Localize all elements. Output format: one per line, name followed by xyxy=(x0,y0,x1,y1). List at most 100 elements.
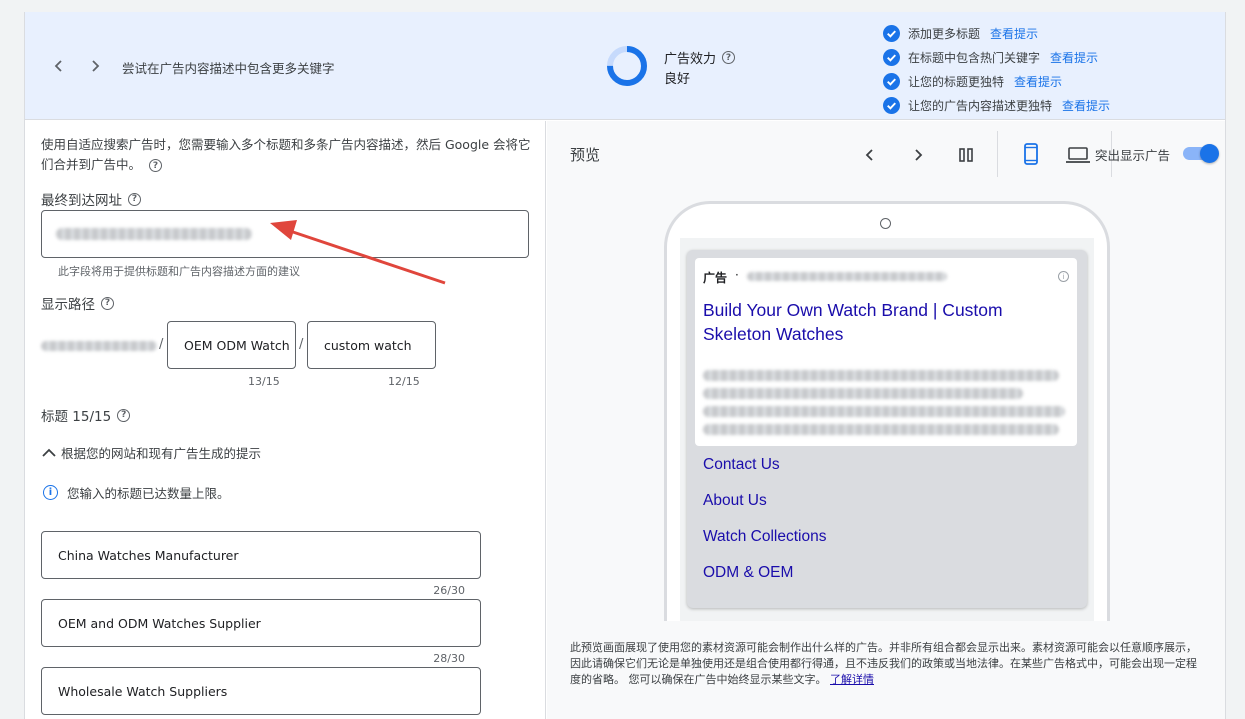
ad-headline[interactable]: Build Your Own Watch Brand | Custom Skel… xyxy=(703,298,1043,346)
path2-counter: 12/15 xyxy=(388,375,420,388)
tip-item: 让您的标题更独特 查看提示 xyxy=(883,69,1110,93)
ad-strength-banner: 尝试在广告内容描述中包含更多关键字 广告效力 ? 良好 添加更多标题 查看提示 … xyxy=(25,12,1225,120)
help-icon[interactable]: ? xyxy=(128,192,141,206)
highlight-ads-label: 突出显示广告 xyxy=(1095,148,1171,163)
redacted-display-url xyxy=(747,272,947,281)
info-icon[interactable]: i xyxy=(1058,271,1069,282)
toggle-knob xyxy=(1200,144,1219,163)
view-tip-link[interactable]: 查看提示 xyxy=(1014,73,1062,90)
camera-icon xyxy=(880,218,891,229)
chevron-right-icon xyxy=(92,60,100,72)
ad-editor: 尝试在广告内容描述中包含更多关键字 广告效力 ? 良好 添加更多标题 查看提示 … xyxy=(24,12,1226,719)
headline-input-3[interactable]: Wholesale Watch Suppliers xyxy=(41,667,481,715)
limit-info: i 您输入的标题已达数量上限。 xyxy=(43,483,230,502)
next-hint-button[interactable] xyxy=(83,54,107,78)
tips-list: 添加更多标题 查看提示 在标题中包含热门关键字 查看提示 让您的标题更独特 查看… xyxy=(883,21,1110,117)
laptop-icon xyxy=(1066,147,1090,163)
intro-copy: 使用自适应搜索广告时，您需要输入多个标题和多条广告内容描述，然后 Google … xyxy=(41,137,531,172)
headline-counter-2: 28/30 xyxy=(433,652,465,665)
headline-input-1[interactable]: China Watches Manufacturer xyxy=(41,531,481,579)
desktop-view-button[interactable] xyxy=(1066,143,1090,167)
help-icon[interactable]: ? xyxy=(722,51,736,64)
headlines-label-text: 标题 15/15 xyxy=(41,409,112,425)
redacted-url xyxy=(56,228,252,240)
headline-counter-1: 26/30 xyxy=(433,584,465,597)
view-tip-link[interactable]: 查看提示 xyxy=(990,25,1038,42)
smartphone-icon xyxy=(1024,143,1038,165)
ad-preview-card: 广告 · i Build Your Own Watch Brand | Cust… xyxy=(687,250,1087,608)
ad-badge: 广告 xyxy=(703,271,728,285)
preview-title: 预览 xyxy=(570,146,601,164)
pause-icon xyxy=(959,148,973,162)
check-circle-icon xyxy=(883,72,900,90)
redacted-domain xyxy=(41,341,157,351)
learn-more-link[interactable]: 了解详情 xyxy=(830,673,874,686)
preview-pane: 预览 突出显示广告 广告 · i Build Your Own Watch Br… xyxy=(547,121,1225,719)
path-separator: / xyxy=(299,337,304,352)
display-path-label-text: 显示路径 xyxy=(41,297,95,313)
display-path-row: / OEM ODM Watch / custom watch 13/15 12/… xyxy=(41,321,541,391)
chevron-left-icon xyxy=(865,149,873,161)
headlines-label: 标题 15/15 ? xyxy=(41,405,131,425)
path-separator: / xyxy=(159,337,164,352)
tip-text: 在标题中包含热门关键字 xyxy=(908,50,1041,65)
phone-frame: 广告 · i Build Your Own Watch Brand | Cust… xyxy=(664,201,1110,621)
ad-strength-gauge xyxy=(607,46,647,86)
redacted-description-line xyxy=(703,424,1059,435)
sitelink-watch-collections[interactable]: Watch Collections xyxy=(703,528,826,546)
check-circle-icon xyxy=(883,48,900,66)
sitelink-odm-oem[interactable]: ODM & OEM xyxy=(703,564,793,582)
help-icon[interactable]: ? xyxy=(101,296,114,310)
disclaimer-text: 此预览画面展现了使用您的素材资源可能会制作出什么样的广告。并非所有组合都会显示出… xyxy=(570,641,1197,686)
final-url-input[interactable] xyxy=(41,210,529,258)
path1-counter: 13/15 xyxy=(248,375,280,388)
view-tip-link[interactable]: 查看提示 xyxy=(1062,97,1110,114)
display-path-label: 显示路径 ? xyxy=(41,293,114,313)
final-url-label-text: 最终到达网址 xyxy=(41,193,122,209)
ad-main-block: 广告 · i Build Your Own Watch Brand | Cust… xyxy=(695,258,1077,446)
ad-strength-value: 良好 xyxy=(664,72,691,87)
tip-text: 让您的广告内容描述更独特 xyxy=(908,98,1053,113)
view-tip-link[interactable]: 查看提示 xyxy=(1050,49,1098,66)
tip-item: 让您的广告内容描述更独特 查看提示 xyxy=(883,93,1110,117)
intro-text: 使用自适应搜索广告时，您需要输入多个标题和多条广告内容描述，然后 Google … xyxy=(41,135,531,175)
redacted-description-line xyxy=(703,406,1065,417)
final-url-help-text: 此字段将用于提供标题和广告内容描述方面的建议 xyxy=(58,265,300,278)
help-icon[interactable]: ? xyxy=(117,408,131,422)
tip-item: 在标题中包含热门关键字 查看提示 xyxy=(883,45,1110,69)
previous-hint-button[interactable] xyxy=(47,54,71,78)
mobile-view-button[interactable] xyxy=(1019,142,1043,166)
limit-info-text: 您输入的标题已达数量上限。 xyxy=(67,486,230,501)
help-icon[interactable]: ? xyxy=(148,159,162,172)
check-circle-icon xyxy=(883,96,900,114)
preview-prev-button[interactable] xyxy=(858,143,882,167)
pause-button[interactable] xyxy=(954,143,978,167)
chevron-right-icon xyxy=(915,149,923,161)
suggestions-toggle[interactable]: 根据您的网站和现有广告生成的提示 xyxy=(41,443,261,462)
ad-separator: · xyxy=(735,268,739,282)
tip-text: 添加更多标题 xyxy=(908,26,981,41)
preview-next-button[interactable] xyxy=(906,143,930,167)
path2-input[interactable]: custom watch xyxy=(307,321,436,369)
ad-form-pane: 使用自适应搜索广告时，您需要输入多个标题和多条广告内容描述，然后 Google … xyxy=(25,121,546,719)
tip-item: 添加更多标题 查看提示 xyxy=(883,21,1110,45)
ad-strength-label: 广告效力 xyxy=(664,52,717,67)
preview-disclaimer: 此预览画面展现了使用您的素材资源可能会制作出什么样的广告。并非所有组合都会显示出… xyxy=(570,640,1206,688)
suggestions-toggle-text: 根据您的网站和现有广告生成的提示 xyxy=(61,446,262,461)
ad-strength-title: 广告效力 ? xyxy=(664,48,736,67)
path1-input[interactable]: OEM ODM Watch xyxy=(167,321,296,369)
final-url-label: 最终到达网址 ? xyxy=(41,189,141,209)
sitelink-about-us[interactable]: About Us xyxy=(703,492,767,510)
highlight-ads-toggle[interactable] xyxy=(1181,144,1219,163)
check-circle-icon xyxy=(883,24,900,42)
redacted-description-line xyxy=(703,388,1023,399)
info-icon: i xyxy=(43,485,58,500)
toolbar-divider xyxy=(997,131,998,177)
headline-input-2[interactable]: OEM and ODM Watches Supplier xyxy=(41,599,481,647)
chevron-up-icon xyxy=(42,448,56,457)
phone-screen: 广告 · i Build Your Own Watch Brand | Cust… xyxy=(680,238,1094,621)
sitelink-contact-us[interactable]: Contact Us xyxy=(703,456,780,474)
hint-text: 尝试在广告内容描述中包含更多关键字 xyxy=(122,61,335,76)
chevron-left-icon xyxy=(54,60,62,72)
tip-text: 让您的标题更独特 xyxy=(908,74,1005,89)
